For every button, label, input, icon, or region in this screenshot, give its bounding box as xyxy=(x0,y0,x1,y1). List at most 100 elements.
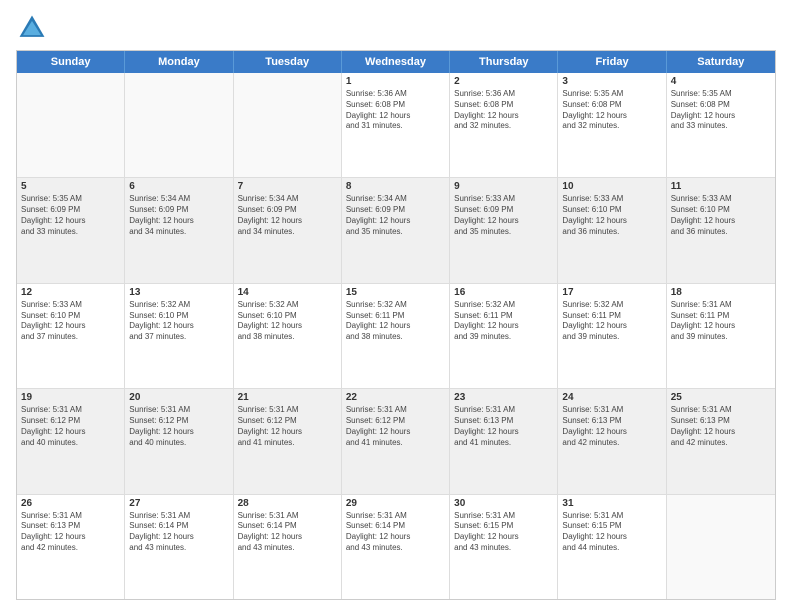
calendar-cell-8: 8 Sunrise: 5:34 AMSunset: 6:09 PMDaylight… xyxy=(342,178,450,282)
calendar-cell-10: 10Sunrise: 5:33 AMSunset: 6:10 PMDayligh… xyxy=(558,178,666,282)
header-day-wednesday: Wednesday xyxy=(342,51,450,73)
calendar-row-1: 5Sunrise: 5:35 AMSunset: 6:09 PMDaylight… xyxy=(17,178,775,283)
day-number: 2 xyxy=(454,76,553,87)
header-day-saturday: Saturday xyxy=(667,51,775,73)
logo-icon xyxy=(16,12,48,44)
calendar-cell-23: 23 Sunrise: 5:31 AMSunset: 6:13 PMDayligh… xyxy=(450,389,558,493)
cell-info: Sunrise: 5:35 AMSunset: 6:08 PMDaylight:… xyxy=(562,89,661,132)
calendar-cell-5: 5Sunrise: 5:35 AMSunset: 6:09 PMDaylight… xyxy=(17,178,125,282)
day-number: 8 xyxy=(346,181,445,192)
day-number: 14 xyxy=(238,287,337,298)
calendar-row-3: 19 Sunrise: 5:31 AMSunset: 6:12 PMDayligh… xyxy=(17,389,775,494)
day-number: 21 xyxy=(238,392,337,403)
cell-info: Sunrise: 5:32 AMSunset: 6:10 PMDaylight:… xyxy=(238,300,337,343)
day-number: 17 xyxy=(562,287,661,298)
day-number: 19 xyxy=(21,392,120,403)
cell-info: Sunrise: 5:35 AMSunset: 6:09 PMDaylight:… xyxy=(21,194,120,237)
calendar-cell-2: 2Sunrise: 5:36 AMSunset: 6:08 PMDaylight… xyxy=(450,73,558,177)
calendar-header: SundayMondayTuesdayWednesdayThursdayFrid… xyxy=(17,51,775,73)
day-number: 24 xyxy=(562,392,661,403)
day-number: 29 xyxy=(346,498,445,509)
cell-info: Sunrise: 5:31 AMSunset: 6:14 PMDaylight:… xyxy=(238,511,337,554)
cell-info: Sunrise: 5:31 AMSunset: 6:13 PMDaylight:… xyxy=(562,405,661,448)
calendar-cell-1: 1Sunrise: 5:36 AMSunset: 6:08 PMDaylight… xyxy=(342,73,450,177)
day-number: 28 xyxy=(238,498,337,509)
calendar-cell-29: 29 Sunrise: 5:31 AMSunset: 6:14 PMDayligh… xyxy=(342,495,450,599)
day-number: 13 xyxy=(129,287,228,298)
cell-info: Sunrise: 5:33 AMSunset: 6:09 PMDaylight:… xyxy=(454,194,553,237)
logo xyxy=(16,12,52,44)
calendar-cell-12: 12 Sunrise: 5:33 AMSunset: 6:10 PMDayligh… xyxy=(17,284,125,388)
calendar-cell-17: 17 Sunrise: 5:32 AMSunset: 6:11 PMDayligh… xyxy=(558,284,666,388)
cell-info: Sunrise: 5:31 AMSunset: 6:12 PMDaylight:… xyxy=(21,405,120,448)
day-number: 6 xyxy=(129,181,228,192)
calendar-cell-11: 11 Sunrise: 5:33 AMSunset: 6:10 PMDayligh… xyxy=(667,178,775,282)
calendar: SundayMondayTuesdayWednesdayThursdayFrid… xyxy=(16,50,776,600)
day-number: 16 xyxy=(454,287,553,298)
header-day-tuesday: Tuesday xyxy=(234,51,342,73)
cell-info: Sunrise: 5:31 AMSunset: 6:13 PMDaylight:… xyxy=(21,511,120,554)
calendar-cell-empty-6 xyxy=(667,495,775,599)
day-number: 3 xyxy=(562,76,661,87)
calendar-cell-7: 7 Sunrise: 5:34 AMSunset: 6:09 PMDaylight… xyxy=(234,178,342,282)
calendar-cell-14: 14 Sunrise: 5:32 AMSunset: 6:10 PMDayligh… xyxy=(234,284,342,388)
day-number: 23 xyxy=(454,392,553,403)
day-number: 25 xyxy=(671,392,771,403)
cell-info: Sunrise: 5:34 AMSunset: 6:09 PMDaylight:… xyxy=(129,194,228,237)
cell-info: Sunrise: 5:31 AMSunset: 6:15 PMDaylight:… xyxy=(454,511,553,554)
day-number: 27 xyxy=(129,498,228,509)
cell-info: Sunrise: 5:33 AMSunset: 6:10 PMDaylight:… xyxy=(21,300,120,343)
header-day-thursday: Thursday xyxy=(450,51,558,73)
day-number: 12 xyxy=(21,287,120,298)
day-number: 7 xyxy=(238,181,337,192)
day-number: 15 xyxy=(346,287,445,298)
header-day-sunday: Sunday xyxy=(17,51,125,73)
cell-info: Sunrise: 5:33 AMSunset: 6:10 PMDaylight:… xyxy=(671,194,771,237)
cell-info: Sunrise: 5:35 AMSunset: 6:08 PMDaylight:… xyxy=(671,89,771,132)
cell-info: Sunrise: 5:31 AMSunset: 6:13 PMDaylight:… xyxy=(454,405,553,448)
calendar-cell-30: 30 Sunrise: 5:31 AMSunset: 6:15 PMDayligh… xyxy=(450,495,558,599)
day-number: 9 xyxy=(454,181,553,192)
day-number: 30 xyxy=(454,498,553,509)
calendar-cell-13: 13 Sunrise: 5:32 AMSunset: 6:10 PMDayligh… xyxy=(125,284,233,388)
calendar-cell-27: 27 Sunrise: 5:31 AMSunset: 6:14 PMDayligh… xyxy=(125,495,233,599)
cell-info: Sunrise: 5:32 AMSunset: 6:11 PMDaylight:… xyxy=(346,300,445,343)
calendar-cell-15: 15 Sunrise: 5:32 AMSunset: 6:11 PMDayligh… xyxy=(342,284,450,388)
calendar-cell-empty-0 xyxy=(17,73,125,177)
calendar-cell-24: 24 Sunrise: 5:31 AMSunset: 6:13 PMDayligh… xyxy=(558,389,666,493)
day-number: 4 xyxy=(671,76,771,87)
cell-info: Sunrise: 5:31 AMSunset: 6:14 PMDaylight:… xyxy=(346,511,445,554)
calendar-cell-9: 9 Sunrise: 5:33 AMSunset: 6:09 PMDaylight… xyxy=(450,178,558,282)
cell-info: Sunrise: 5:31 AMSunset: 6:15 PMDaylight:… xyxy=(562,511,661,554)
cell-info: Sunrise: 5:32 AMSunset: 6:11 PMDaylight:… xyxy=(454,300,553,343)
header-day-monday: Monday xyxy=(125,51,233,73)
header-day-friday: Friday xyxy=(558,51,666,73)
calendar-row-2: 12 Sunrise: 5:33 AMSunset: 6:10 PMDayligh… xyxy=(17,284,775,389)
cell-info: Sunrise: 5:34 AMSunset: 6:09 PMDaylight:… xyxy=(346,194,445,237)
cell-info: Sunrise: 5:34 AMSunset: 6:09 PMDaylight:… xyxy=(238,194,337,237)
day-number: 31 xyxy=(562,498,661,509)
cell-info: Sunrise: 5:31 AMSunset: 6:13 PMDaylight:… xyxy=(671,405,771,448)
day-number: 22 xyxy=(346,392,445,403)
cell-info: Sunrise: 5:31 AMSunset: 6:12 PMDaylight:… xyxy=(238,405,337,448)
calendar-row-4: 26 Sunrise: 5:31 AMSunset: 6:13 PMDayligh… xyxy=(17,495,775,599)
day-number: 26 xyxy=(21,498,120,509)
calendar-cell-3: 3 Sunrise: 5:35 AMSunset: 6:08 PMDaylight… xyxy=(558,73,666,177)
calendar-cell-empty-2 xyxy=(234,73,342,177)
day-number: 18 xyxy=(671,287,771,298)
calendar-cell-19: 19 Sunrise: 5:31 AMSunset: 6:12 PMDayligh… xyxy=(17,389,125,493)
cell-info: Sunrise: 5:32 AMSunset: 6:10 PMDaylight:… xyxy=(129,300,228,343)
calendar-cell-26: 26 Sunrise: 5:31 AMSunset: 6:13 PMDayligh… xyxy=(17,495,125,599)
header xyxy=(16,12,776,44)
cell-info: Sunrise: 5:32 AMSunset: 6:11 PMDaylight:… xyxy=(562,300,661,343)
day-number: 11 xyxy=(671,181,771,192)
cell-info: Sunrise: 5:31 AMSunset: 6:14 PMDaylight:… xyxy=(129,511,228,554)
day-number: 1 xyxy=(346,76,445,87)
calendar-cell-4: 4 Sunrise: 5:35 AMSunset: 6:08 PMDaylight… xyxy=(667,73,775,177)
calendar-cell-28: 28 Sunrise: 5:31 AMSunset: 6:14 PMDayligh… xyxy=(234,495,342,599)
calendar-cell-empty-1 xyxy=(125,73,233,177)
cell-info: Sunrise: 5:31 AMSunset: 6:12 PMDaylight:… xyxy=(129,405,228,448)
calendar-cell-31: 31 Sunrise: 5:31 AMSunset: 6:15 PMDayligh… xyxy=(558,495,666,599)
calendar-cell-6: 6 Sunrise: 5:34 AMSunset: 6:09 PMDaylight… xyxy=(125,178,233,282)
cell-info: Sunrise: 5:31 AMSunset: 6:12 PMDaylight:… xyxy=(346,405,445,448)
